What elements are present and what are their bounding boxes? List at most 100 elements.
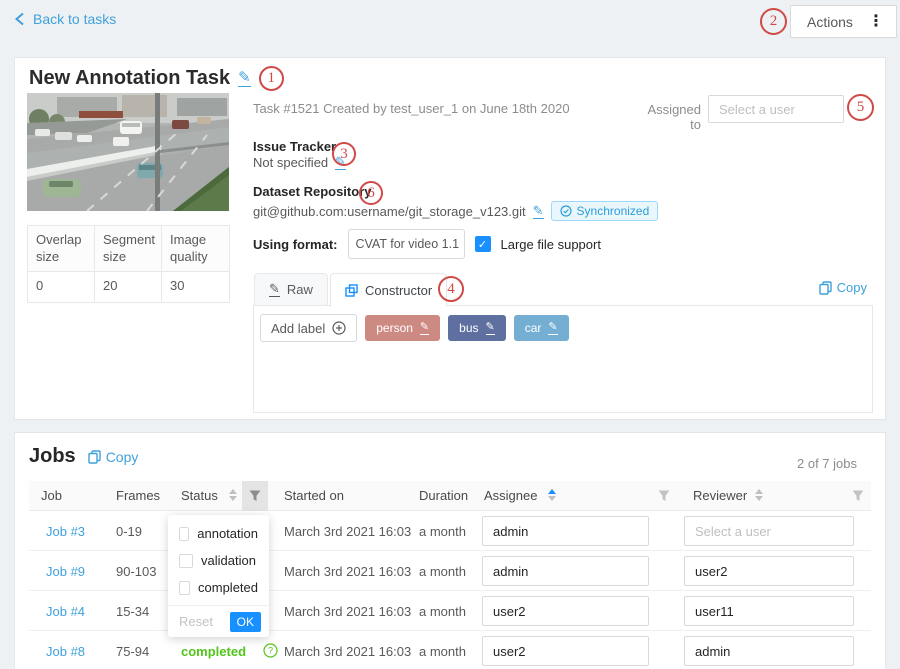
col-duration: Duration [419, 488, 468, 503]
dataset-repository-url[interactable]: git@github.com:username/git_storage_v123… [253, 204, 526, 219]
job-started: March 3rd 2021 16:03 [284, 564, 411, 579]
jobs-card: Jobs Copy 2 of 7 jobs Job Frames Status … [14, 432, 886, 669]
job-reviewer-input[interactable] [684, 636, 854, 666]
job-started: March 3rd 2021 16:03 [284, 604, 411, 619]
job-reviewer-input[interactable] [684, 516, 854, 546]
task-params-table: Overlap size Segment size Image quality … [27, 225, 230, 303]
job-row: Job #3 0-19 March 3rd 2021 16:03 a month [29, 511, 871, 551]
labels-copy-label: Copy [837, 280, 867, 295]
checkbox-unchecked[interactable] [179, 527, 189, 541]
filter-reset-button[interactable]: Reset [179, 614, 213, 629]
job-reviewer-input[interactable] [684, 556, 854, 586]
job-frames: 0-19 [116, 524, 142, 539]
param-value: 0 [28, 272, 95, 302]
svg-text:?: ? [268, 646, 273, 656]
format-row: Using format: CVAT for video 1.1 ✓ Large… [253, 229, 601, 259]
edit-label-icon[interactable]: ✎ [486, 322, 495, 335]
status-filter-icon[interactable] [242, 481, 268, 511]
constructor-panel: Add label person ✎ bus ✎ car ✎ [253, 306, 873, 413]
job-link[interactable]: Job #8 [46, 644, 85, 659]
label-chip-bus[interactable]: bus ✎ [448, 315, 506, 341]
dataset-repository-label: Dataset Repository [253, 184, 371, 199]
assigned-to-label: Assigned to [635, 102, 701, 132]
copy-icon [819, 281, 832, 295]
job-duration: a month [419, 604, 466, 619]
status-sorter[interactable] [229, 489, 237, 501]
add-label-button[interactable]: Add label [260, 314, 357, 342]
task-meta: Task #1521 Created by test_user_1 on Jun… [253, 101, 570, 116]
edit-title-icon[interactable]: ✎ [238, 70, 251, 87]
reviewer-sorter[interactable] [755, 489, 763, 501]
copy-icon [88, 450, 101, 464]
issue-tracker-value: Not specified [253, 155, 328, 170]
filter-option-annotation[interactable]: annotation [168, 520, 269, 547]
job-link[interactable]: Job #4 [46, 604, 85, 619]
jobs-table: Job Frames Status Started on Duration As… [29, 481, 871, 669]
param-header: Overlap size [28, 226, 95, 272]
question-circle-icon[interactable]: ? [263, 643, 278, 661]
col-reviewer: Reviewer [693, 488, 747, 503]
checkbox-unchecked[interactable] [179, 581, 190, 595]
callout-3: 3 [332, 142, 356, 166]
checkbox-unchecked[interactable] [179, 554, 193, 568]
back-to-tasks-link[interactable]: Back to tasks [14, 11, 116, 27]
callout-1: 1 [259, 66, 284, 91]
label-name: car [525, 321, 542, 335]
job-assignee-input[interactable] [482, 596, 649, 626]
col-frames: Frames [116, 488, 160, 503]
task-assignee-input[interactable] [708, 95, 844, 123]
edit-repository-icon[interactable]: ✎ [533, 204, 544, 219]
reviewer-filter-icon[interactable] [845, 481, 871, 511]
filter-option-completed[interactable]: completed [168, 574, 269, 601]
callout-4: 4 [438, 276, 464, 302]
job-link[interactable]: Job #9 [46, 564, 85, 579]
edit-label-icon[interactable]: ✎ [420, 322, 429, 335]
job-row: Job #8 75-94 completed ? March 3rd 2021 … [29, 631, 871, 669]
callout-5: 5 [847, 94, 874, 121]
job-row: Job #9 90-103 March 3rd 2021 16:03 a mon… [29, 551, 871, 591]
job-assignee-input[interactable] [482, 556, 649, 586]
task-title-row: New Annotation Task ✎ 1 [29, 66, 284, 91]
job-duration: a month [419, 524, 466, 539]
assignee-sorter[interactable] [548, 489, 556, 501]
issue-tracker-label: Issue Tracker [253, 139, 336, 154]
format-select[interactable]: CVAT for video 1.1 [348, 229, 465, 259]
check-circle-icon [560, 205, 572, 217]
job-reviewer-input[interactable] [684, 596, 854, 626]
label-name: person [376, 321, 413, 335]
tab-raw[interactable]: ✎ Raw [254, 273, 328, 306]
chevron-left-icon [14, 12, 25, 26]
param-header: Image quality [162, 226, 229, 272]
param-value: 20 [95, 272, 162, 302]
col-status: Status [181, 488, 218, 503]
actions-button[interactable]: Actions ⋮ [790, 5, 897, 38]
labels-editor: ✎ Raw Constructor Copy 4 Add label [253, 273, 873, 413]
job-duration: a month [419, 564, 466, 579]
jobs-table-header: Job Frames Status Started on Duration As… [29, 481, 871, 511]
label-chip-car[interactable]: car ✎ [514, 315, 569, 341]
labels-copy-link[interactable]: Copy [819, 280, 867, 295]
assignee-filter-icon[interactable] [651, 481, 677, 511]
using-format-label: Using format: [253, 237, 338, 252]
job-frames: 75-94 [116, 644, 149, 659]
filter-ok-button[interactable]: OK [230, 612, 261, 632]
job-link[interactable]: Job #3 [46, 524, 85, 539]
tab-constructor[interactable]: Constructor [330, 273, 447, 307]
label-chip-person[interactable]: person ✎ [365, 315, 440, 341]
job-assignee-input[interactable] [482, 636, 649, 666]
col-assignee: Assignee [484, 488, 537, 503]
job-duration: a month [419, 644, 466, 659]
callout-6: 6 [359, 181, 383, 205]
actions-label: Actions [807, 14, 853, 30]
job-assignee-input[interactable] [482, 516, 649, 546]
raw-edit-icon: ✎ [269, 282, 280, 297]
edit-label-icon[interactable]: ✎ [548, 322, 557, 335]
filter-option-validation[interactable]: validation [168, 547, 269, 574]
task-title: New Annotation Task [29, 67, 230, 90]
job-status: completed [181, 644, 246, 659]
jobs-copy-link[interactable]: Copy [88, 449, 139, 465]
large-file-support-checkbox[interactable]: ✓ [475, 236, 491, 252]
back-link-label: Back to tasks [33, 11, 116, 27]
label-name: bus [459, 321, 478, 335]
job-frames: 15-34 [116, 604, 149, 619]
